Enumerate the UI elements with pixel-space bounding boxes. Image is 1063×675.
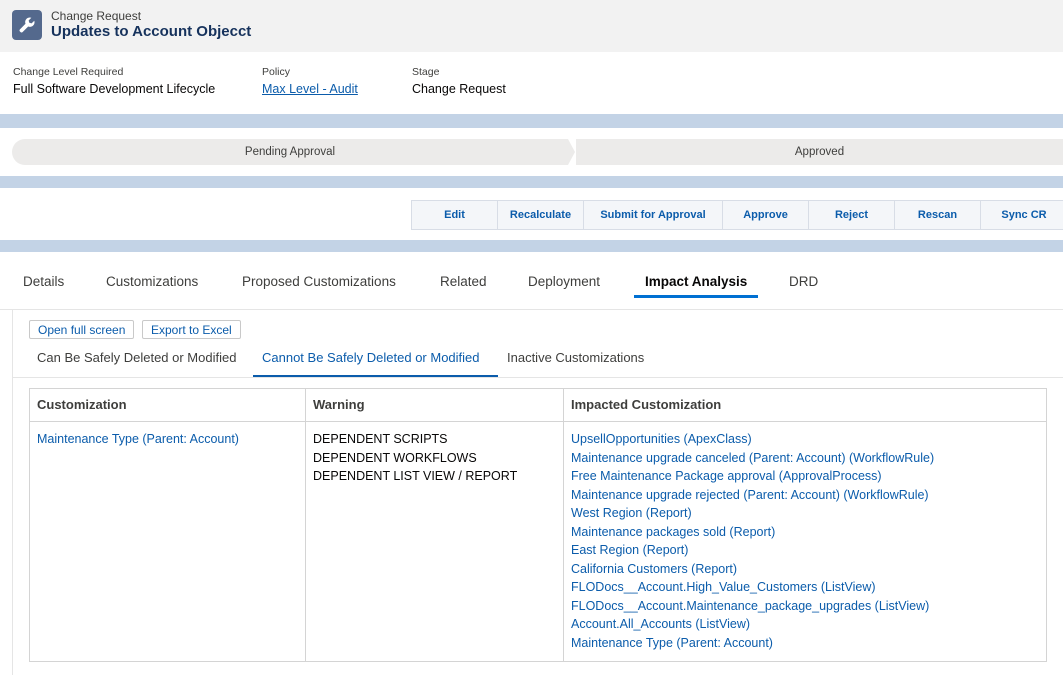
impacted-link[interactable]: FLODocs__Account.Maintenance_package_upg… (571, 597, 1039, 616)
submit-for-approval-button[interactable]: Submit for Approval (583, 200, 723, 230)
impacted-cell: UpsellOpportunities (ApexClass) Maintena… (563, 421, 1047, 662)
policy-link[interactable]: Max Level - Audit (262, 82, 358, 96)
export-to-excel-button[interactable]: Export to Excel (142, 320, 241, 339)
warning-text: DEPENDENT LIST VIEW / REPORT (313, 469, 518, 483)
impacted-link[interactable]: Maintenance Type (Parent: Account) (571, 634, 1039, 653)
subtabs-divider (13, 377, 1063, 378)
impacted-link[interactable]: California Customers (Report) (571, 560, 1039, 579)
impacted-link[interactable]: Maintenance packages sold (Report) (571, 523, 1039, 542)
subtab-inactive-customizations[interactable]: Inactive Customizations (507, 350, 644, 365)
field-value: Change Request (412, 82, 506, 96)
impacted-link[interactable]: FLODocs__Account.High_Value_Customers (L… (571, 578, 1039, 597)
divider-band (0, 114, 1063, 128)
tab-impact-analysis[interactable]: Impact Analysis (645, 274, 747, 289)
active-tab-indicator (634, 295, 758, 298)
customization-cell: Maintenance Type (Parent: Account) (29, 421, 306, 662)
approve-button[interactable]: Approve (722, 200, 809, 230)
impacted-link[interactable]: Account.All_Accounts (ListView) (571, 615, 1039, 634)
tab-customizations[interactable]: Customizations (106, 274, 198, 289)
field-label: Change Level Required (13, 66, 124, 78)
path-step-approved[interactable]: Approved (576, 139, 1063, 165)
tab-drd[interactable]: DRD (789, 274, 818, 289)
column-header-customization[interactable]: Customization (29, 388, 306, 422)
warning-text: DEPENDENT WORKFLOWS (313, 450, 477, 465)
subtab-cannot-be-safely-deleted[interactable]: Cannot Be Safely Deleted or Modified (262, 350, 480, 365)
tab-proposed-customizations[interactable]: Proposed Customizations (242, 274, 396, 289)
table-header-row: Customization Warning Impacted Customiza… (29, 388, 1047, 422)
column-header-impacted-customization[interactable]: Impacted Customization (563, 388, 1047, 422)
column-header-warning[interactable]: Warning (305, 388, 564, 422)
rescan-button[interactable]: Rescan (894, 200, 981, 230)
field-label: Policy (262, 66, 291, 78)
subtab-can-be-safely-deleted[interactable]: Can Be Safely Deleted or Modified (37, 350, 236, 365)
path-chevron (568, 139, 575, 165)
reject-button[interactable]: Reject (808, 200, 895, 230)
divider-band (0, 176, 1063, 188)
highlights-panel: Change Level Required Full Software Deve… (0, 52, 1063, 114)
action-bar: Edit Recalculate Submit for Approval App… (0, 188, 1063, 240)
warning-text: DEPENDENT SCRIPTS (313, 432, 448, 446)
impact-analysis-panel: Open full screen Export to Excel Can Be … (12, 310, 1063, 675)
tab-details[interactable]: Details (23, 274, 64, 289)
tab-related[interactable]: Related (440, 274, 487, 289)
impacted-link[interactable]: West Region (Report) (571, 504, 1039, 523)
impacted-link[interactable]: East Region (Report) (571, 541, 1039, 560)
impacted-link[interactable]: UpsellOpportunities (ApexClass) (571, 430, 1039, 449)
customization-link[interactable]: Maintenance Type (Parent: Account) (37, 430, 298, 449)
field-value: Full Software Development Lifecycle (13, 82, 216, 96)
field-label: Stage (412, 66, 440, 78)
open-full-screen-button[interactable]: Open full screen (29, 320, 135, 339)
path-step-pending-approval[interactable]: Pending Approval (12, 139, 568, 165)
action-button-group: Edit Recalculate Submit for Approval App… (411, 200, 1063, 230)
field-policy: Policy Max Level - Audit (262, 66, 358, 96)
object-type-label: Change Request (51, 9, 142, 23)
record-title: Updates to Account Objecct (51, 23, 252, 40)
impacted-link[interactable]: Maintenance upgrade rejected (Parent: Ac… (571, 486, 1039, 505)
impact-table: Customization Warning Impacted Customiza… (29, 388, 1047, 662)
active-subtab-indicator (253, 375, 498, 377)
stage-path: Pending Approval Approved (0, 128, 1063, 176)
impacted-link[interactable]: Maintenance upgrade canceled (Parent: Ac… (571, 449, 1039, 468)
field-stage: Stage Change Request (412, 66, 506, 96)
wrench-icon (12, 10, 42, 40)
divider-band (0, 240, 1063, 252)
warning-cell: DEPENDENT SCRIPTS DEPENDENT WORKFLOWS DE… (305, 421, 564, 662)
edit-button[interactable]: Edit (411, 200, 498, 230)
sync-cr-button[interactable]: Sync CR (980, 200, 1063, 230)
field-change-level: Change Level Required Full Software Deve… (13, 66, 215, 96)
tab-deployment[interactable]: Deployment (528, 274, 600, 289)
table-row: Maintenance Type (Parent: Account) DEPEN… (29, 421, 1047, 662)
record-tabs: Details Customizations Proposed Customiz… (0, 252, 1063, 310)
record-header: Change Request Updates to Account Objecc… (0, 0, 1063, 52)
impacted-link[interactable]: Free Maintenance Package approval (Appro… (571, 467, 1039, 486)
recalculate-button[interactable]: Recalculate (497, 200, 584, 230)
